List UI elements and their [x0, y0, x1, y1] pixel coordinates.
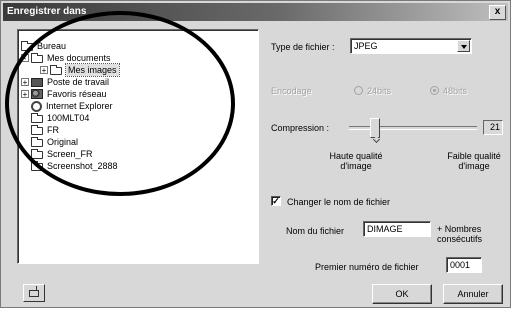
high-quality-label: Haute qualité d'image — [329, 151, 383, 171]
encoding-48bits-radio[interactable] — [430, 86, 439, 95]
cancel-button[interactable]: Annuler — [443, 284, 503, 304]
tree-item-screen-fr[interactable]: Screen_FR — [31, 148, 93, 160]
filename-label: Nom du fichier — [286, 226, 345, 236]
new-folder-button[interactable] — [23, 284, 45, 302]
tree-item-screenshot-2888[interactable]: Screenshot_2888 — [31, 160, 118, 172]
tree-item-label: Screenshot_2888 — [47, 161, 118, 171]
tree-item-label: 100MLT04 — [47, 113, 90, 123]
save-dialog: Enregistrer dans x Bureau - Mes document… — [0, 0, 511, 308]
folder-icon — [31, 124, 43, 135]
file-type-select[interactable]: JPEG — [350, 38, 472, 54]
tree-item-poste-de-travail[interactable]: + Poste de travail — [21, 76, 109, 88]
tree-item-label: Bureau — [37, 41, 67, 51]
desktop-folder-icon — [21, 40, 33, 51]
collapse-expander[interactable]: - — [21, 54, 29, 63]
tree-item-label: Internet Explorer — [46, 101, 113, 111]
rename-checkbox-label: Changer le nom de fichier — [287, 197, 391, 207]
tree-item-bureau[interactable]: Bureau — [21, 40, 66, 52]
computer-icon — [31, 77, 43, 87]
tree-item-label: Favoris réseau — [47, 89, 107, 99]
expand-expander[interactable]: + — [40, 66, 48, 75]
compression-slider-thumb[interactable] — [370, 118, 380, 138]
tree-item-label: Poste de travail — [47, 77, 110, 87]
tree-item-label: FR — [47, 125, 59, 135]
folder-icon — [31, 112, 43, 123]
folder-tree[interactable]: Bureau - Mes documents + Mes images + Po… — [17, 29, 259, 264]
tree-item-label: Original — [47, 137, 79, 147]
ok-button[interactable]: OK — [372, 284, 432, 304]
compression-value: 21 — [483, 120, 503, 135]
tree-item-label: Mes documents — [47, 53, 111, 63]
tree-item-original[interactable]: Original — [31, 136, 78, 148]
tree-item-mes-documents[interactable]: - Mes documents — [21, 52, 111, 64]
folder-icon — [31, 136, 43, 147]
first-number-input[interactable]: 0001 — [446, 257, 482, 273]
encoding-label: Encodage — [271, 86, 312, 96]
close-button[interactable]: x — [489, 5, 506, 20]
new-folder-icon — [29, 286, 39, 297]
expand-expander[interactable]: + — [21, 90, 29, 99]
rename-checkbox[interactable]: ✓ — [271, 196, 281, 206]
title-bar: Enregistrer dans x — [3, 3, 508, 21]
chevron-down-icon[interactable] — [457, 40, 470, 52]
first-number-label: Premier numéro de fichier — [315, 262, 419, 272]
encoding-24bits-radio[interactable] — [354, 86, 363, 95]
encoding-48bits-label: 48bits — [443, 86, 468, 96]
network-icon — [31, 89, 43, 99]
encoding-24bits-label: 24bits — [367, 86, 392, 96]
tree-item-favoris-reseau[interactable]: + Favoris réseau — [21, 88, 107, 100]
folder-icon — [31, 148, 43, 159]
compression-label: Compression : — [271, 123, 330, 133]
tree-item-label: Mes images — [65, 63, 120, 77]
low-quality-label: Faible qualité d'image — [447, 151, 501, 171]
tree-item-mes-images[interactable]: + Mes images — [40, 63, 120, 77]
folder-icon — [31, 160, 43, 171]
compression-slider-track[interactable] — [349, 126, 477, 130]
tree-item-internet-explorer[interactable]: Internet Explorer — [31, 100, 113, 112]
expand-expander[interactable]: + — [21, 78, 29, 87]
folder-open-icon — [31, 52, 43, 63]
dialog-title: Enregistrer dans — [7, 6, 87, 17]
internet-explorer-icon — [31, 100, 42, 112]
tree-item-label: Screen_FR — [47, 149, 93, 159]
folder-icon — [50, 64, 62, 75]
tree-item-100mlt04[interactable]: 100MLT04 — [31, 112, 89, 124]
tree-item-fr[interactable]: FR — [31, 124, 59, 136]
file-type-value: JPEG — [354, 41, 378, 51]
file-type-label: Type de fichier : — [271, 42, 335, 52]
consecutive-numbers-label: + Nombres consécutifs — [437, 224, 483, 244]
filename-input[interactable]: DIMAGE — [363, 221, 431, 237]
